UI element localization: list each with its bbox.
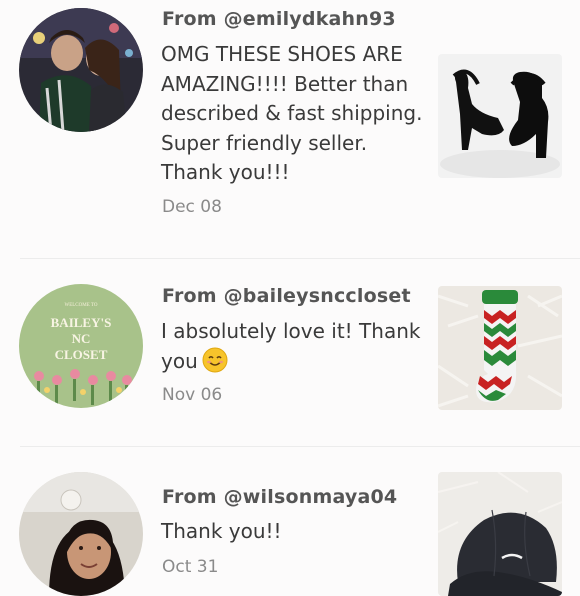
review-text: OMG THESE SHOES ARE AMAZING!!!! Better t…	[161, 42, 423, 184]
reviewer-handle[interactable]: From @baileysnccloset	[162, 285, 411, 307]
reviewer-handle[interactable]: From @emilydkahn93	[162, 8, 396, 30]
svg-text:CLOSET: CLOSET	[55, 347, 108, 362]
review-text: I absolutely love it! Thank you	[161, 317, 431, 376]
listing-thumbnail[interactable]	[438, 54, 562, 178]
couple-photo-icon	[19, 8, 143, 132]
reviewer-avatar[interactable]	[19, 8, 143, 132]
black-cap-photo-icon	[438, 472, 562, 596]
review-date: Oct 31	[162, 557, 219, 577]
review-item[interactable]: From @wilsonmaya04 Thank you!! Oct 31	[0, 447, 580, 596]
selfie-photo-icon	[19, 472, 143, 596]
review-item[interactable]: WELCOME TO BAILEY'S NC CLOSET From @bail…	[0, 259, 580, 445]
svg-text:BAILEY'S: BAILEY'S	[51, 315, 112, 330]
reviewer-handle[interactable]: From @wilsonmaya04	[162, 486, 397, 508]
svg-text:NC: NC	[72, 331, 91, 346]
reviewer-avatar[interactable]	[19, 472, 143, 596]
review-text: Thank you!!	[161, 519, 282, 543]
black-heels-photo-icon	[438, 54, 562, 178]
review-date: Dec 08	[162, 197, 222, 217]
christmas-stocking-photo-icon	[438, 286, 562, 410]
review-text-content: I absolutely love it! Thank you	[161, 319, 421, 373]
review-item[interactable]: From @emilydkahn93 OMG THESE SHOES ARE A…	[0, 0, 580, 255]
closet-logo-icon: WELCOME TO BAILEY'S NC CLOSET	[19, 284, 143, 408]
reviewer-avatar[interactable]: WELCOME TO BAILEY'S NC CLOSET	[19, 284, 143, 408]
review-date: Nov 06	[162, 385, 223, 405]
listing-thumbnail[interactable]	[438, 472, 562, 596]
svg-text:WELCOME TO: WELCOME TO	[64, 303, 97, 308]
smiling-face-emoji-icon	[202, 347, 228, 372]
listing-thumbnail[interactable]	[438, 286, 562, 410]
